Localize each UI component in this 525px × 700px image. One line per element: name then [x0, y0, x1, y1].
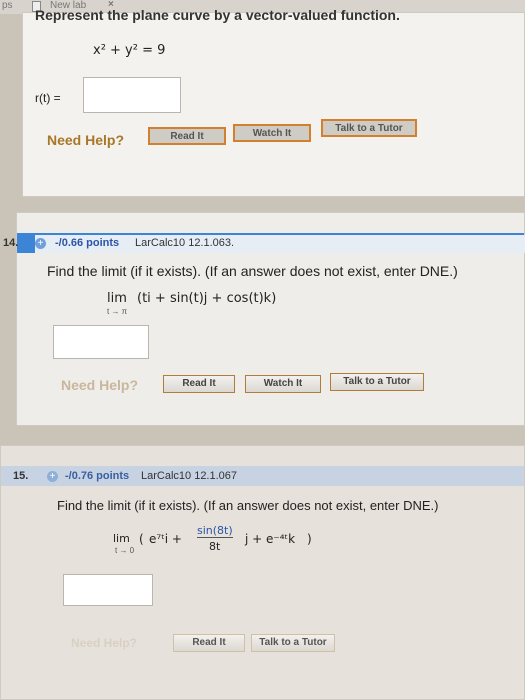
need-help-label: Need Help? [61, 377, 139, 393]
answer-input[interactable] [83, 77, 181, 113]
equation: x² + y² = 9 [93, 43, 166, 58]
fraction-denominator: 8t [209, 540, 221, 553]
need-help-label: Need Help? [47, 132, 125, 148]
question-number: 14. [3, 237, 19, 249]
read-it-button[interactable]: Read It [173, 634, 245, 652]
question-text: Represent the plane curve by a vector-va… [35, 7, 400, 23]
source-label: LarCalc10 12.1.067 [141, 470, 238, 482]
limit-word: lim [113, 532, 130, 545]
source-label: LarCalc10 12.1.063. [135, 237, 235, 249]
limit-close-paren: ) [307, 532, 312, 546]
talk-to-tutor-button[interactable]: Talk to a Tutor [251, 634, 335, 652]
limit-term-1: e⁷ᵗi + [149, 532, 182, 546]
limit-word: lim [107, 291, 127, 306]
talk-to-tutor-button[interactable]: Talk to a Tutor [321, 119, 417, 137]
watch-it-button[interactable]: Watch It [233, 124, 311, 142]
question-15-panel: 15. + -/0.76 points LarCalc10 12.1.067 F… [0, 445, 525, 700]
question-13-panel: Represent the plane curve by a vector-va… [22, 7, 525, 197]
expand-icon[interactable]: + [47, 471, 58, 482]
limit-open-paren: ( [139, 532, 144, 546]
limit-term-2: j + e⁻⁴ᵗk [245, 532, 296, 546]
question-text: Find the limit (if it exists). (If an an… [57, 498, 439, 513]
answer-input[interactable] [53, 325, 149, 359]
toolbar-fragment: ps [2, 0, 13, 11]
read-it-button[interactable]: Read It [163, 375, 235, 393]
read-it-button[interactable]: Read It [148, 127, 226, 145]
answer-label: r(t) = [35, 91, 61, 105]
answer-input[interactable] [63, 574, 153, 606]
need-help-label: Need Help? [71, 636, 138, 650]
points-label: -/0.66 points [55, 237, 120, 249]
fraction-numerator: sin(8t) [197, 524, 233, 538]
points-label: -/0.76 points [65, 470, 130, 482]
question-text: Find the limit (if it exists). (If an an… [47, 263, 458, 279]
limit-subscript: t → π [107, 307, 128, 316]
question-14-panel: 14. + -/0.66 points LarCalc10 12.1.063. … [3, 212, 525, 426]
talk-to-tutor-button[interactable]: Talk to a Tutor [330, 373, 424, 391]
watch-it-button[interactable]: Watch It [245, 375, 321, 393]
expand-icon[interactable]: + [35, 238, 46, 249]
limit-expression: (ti + sin(t)j + cos(t)k) [137, 291, 277, 306]
question-number: 15. [13, 470, 29, 482]
limit-subscript: t → 0 [115, 546, 135, 555]
